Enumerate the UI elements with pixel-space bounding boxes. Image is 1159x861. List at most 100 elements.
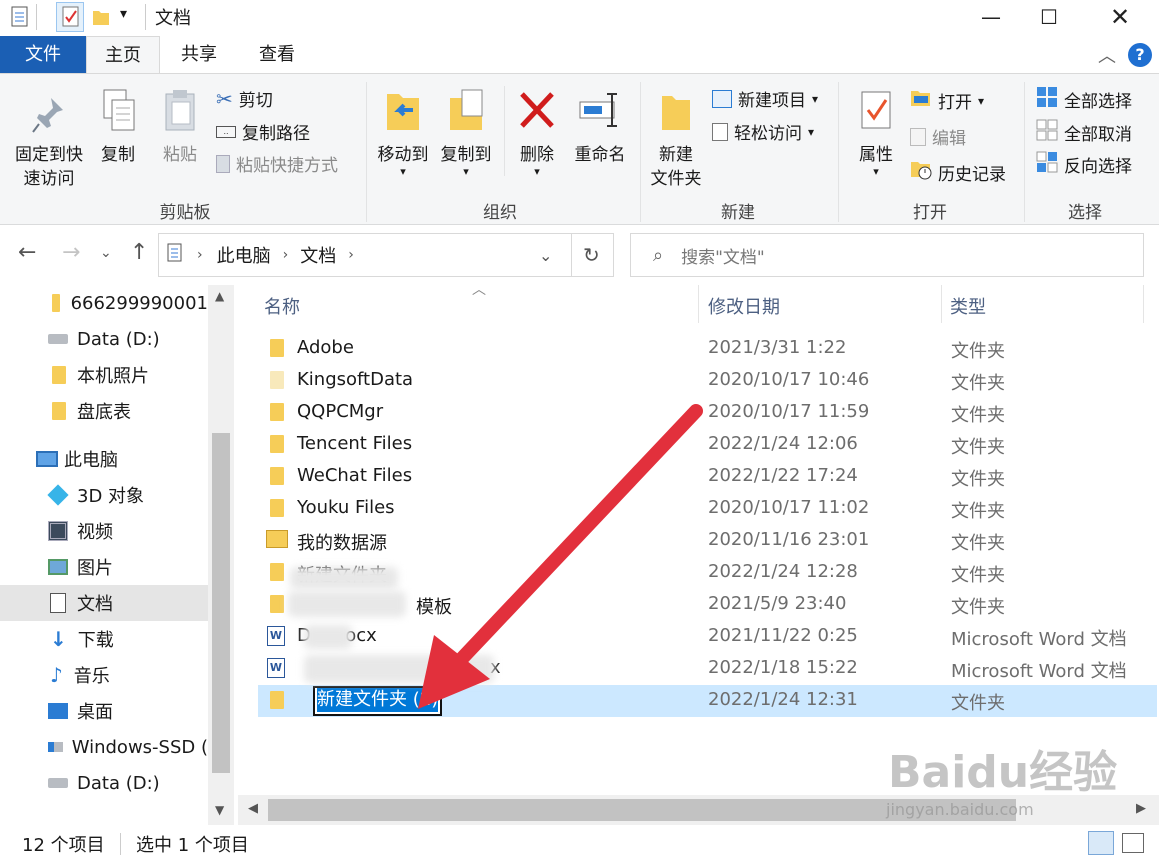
invert-selection-button[interactable]: 反向选择: [1036, 151, 1132, 178]
new-folder-label-2: 文件夹: [650, 169, 702, 189]
tab-file[interactable]: 文件: [0, 36, 86, 74]
documents-icon: [50, 593, 66, 613]
search-icon: ⌕: [653, 244, 664, 266]
help-icon[interactable]: ?: [1128, 43, 1152, 67]
breadcrumb-chevron-icon[interactable]: ›: [197, 247, 203, 263]
copy-to-button[interactable]: 复制到 ▾: [436, 88, 496, 177]
address-dropdown-icon[interactable]: ⌄: [539, 246, 552, 265]
tab-share[interactable]: 共享: [166, 36, 232, 74]
select-all-button[interactable]: 全部选择: [1036, 86, 1132, 113]
nav-item[interactable]: Windows-SSD (: [0, 729, 208, 765]
search-box[interactable]: ⌕ 搜索"文档": [630, 233, 1144, 277]
nav-item[interactable]: 666299990001: [0, 285, 208, 321]
scroll-left-icon[interactable]: ◀: [248, 801, 258, 816]
copy-button[interactable]: 复制: [92, 88, 144, 167]
new-item-button[interactable]: 新建项目 ▾: [712, 86, 818, 111]
scroll-up-icon[interactable]: ▲: [215, 289, 224, 303]
paste-button[interactable]: 粘贴: [154, 88, 206, 167]
nav-item-label: 下载: [77, 630, 114, 651]
invert-selection-label: 反向选择: [1064, 157, 1132, 177]
nav-scroll-thumb[interactable]: [212, 433, 230, 773]
details-view-icon[interactable]: [1088, 831, 1114, 855]
quick-access-dropdown-icon[interactable]: ▾: [120, 6, 127, 22]
select-group-label: 选择: [1068, 203, 1102, 223]
breadcrumb-chevron-icon[interactable]: ›: [348, 247, 354, 263]
paste-shortcut-icon: [216, 154, 230, 173]
easy-access-button[interactable]: 轻松访问 ▾: [712, 119, 814, 144]
select-none-button[interactable]: 全部取消: [1036, 119, 1132, 146]
history-button[interactable]: 历史记录: [910, 160, 1006, 185]
nav-item[interactable]: 本机照片: [0, 357, 208, 393]
select-all-label: 全部选择: [1064, 92, 1132, 112]
tab-home[interactable]: 主页: [86, 36, 160, 75]
open-button[interactable]: 打开 ▾: [910, 88, 984, 113]
nav-item[interactable]: 盘底表: [0, 393, 208, 429]
windows-drive-icon: [48, 742, 63, 752]
copy-icon: [103, 89, 135, 131]
nav-item[interactable]: 图片: [0, 549, 208, 585]
nav-item-this-pc[interactable]: 此电脑: [0, 441, 208, 477]
delete-label: 删除: [520, 145, 554, 165]
large-icons-view-icon[interactable]: [1122, 833, 1144, 853]
breadcrumb-documents[interactable]: 文档: [300, 242, 336, 268]
address-bar[interactable]: › 此电脑 › 文档 › ⌄ ↻: [158, 233, 614, 277]
selected-count: 选中 1 个项目: [136, 835, 249, 856]
pin-quick-access-button[interactable]: 固定到快 速访问: [8, 92, 90, 191]
minimize-button[interactable]: —: [962, 0, 1020, 34]
paste-label: 粘贴: [163, 145, 197, 165]
rename-button[interactable]: 重命名: [568, 88, 632, 167]
nav-scrollbar[interactable]: ▲ ▼: [208, 285, 234, 825]
new-folder-button[interactable]: 新建 文件夹: [646, 88, 706, 191]
rename-icon: [579, 93, 617, 127]
organize-group-label: 组织: [483, 203, 517, 223]
properties-quick-icon[interactable]: [56, 2, 84, 32]
nav-item[interactable]: Data (D:): [0, 765, 208, 801]
nav-item[interactable]: ↓ 下载: [0, 621, 208, 657]
nav-item-documents[interactable]: 文档: [0, 585, 208, 621]
copy-to-icon: [450, 89, 483, 130]
forward-arrow-icon[interactable]: →: [62, 240, 80, 265]
copy-path-button[interactable]: .. 复制路径: [216, 119, 310, 144]
nav-item[interactable]: Data (D:): [0, 321, 208, 357]
breadcrumb-chevron-icon[interactable]: ›: [283, 247, 289, 263]
breadcrumb-this-pc[interactable]: 此电脑: [217, 242, 271, 268]
new-folder-quick-icon[interactable]: [92, 8, 110, 31]
nav-item-label: 3D 对象: [77, 486, 145, 507]
nav-item[interactable]: 桌面: [0, 693, 208, 729]
select-none-label: 全部取消: [1064, 125, 1132, 145]
edit-button[interactable]: 编辑: [910, 124, 966, 149]
recent-locations-chevron-icon[interactable]: ⌄: [100, 245, 112, 261]
paste-shortcut-button[interactable]: 粘贴快捷方式: [216, 151, 338, 176]
nav-item-label: 图片: [77, 558, 113, 579]
nav-item[interactable]: 视频: [0, 513, 208, 549]
tab-view[interactable]: 查看: [244, 36, 310, 74]
nav-item[interactable]: ♪ 音乐: [0, 657, 208, 693]
watermark-brand: Baidu经验: [888, 747, 1118, 798]
close-button[interactable]: ✕: [1091, 0, 1149, 34]
collapse-ribbon-icon[interactable]: ︿: [1098, 42, 1116, 68]
new-folder-label-1: 新建: [659, 145, 693, 165]
cut-button[interactable]: ✂ 剪切: [216, 86, 273, 112]
properties-label: 属性: [859, 145, 893, 165]
up-arrow-icon[interactable]: ↑: [130, 240, 148, 265]
nav-item-label: 666299990001: [70, 292, 208, 314]
nav-item-label: Data (D:): [77, 328, 160, 350]
scroll-right-icon[interactable]: ▶: [1136, 801, 1146, 816]
delete-button[interactable]: 删除 ▾: [510, 88, 564, 177]
easy-access-dropdown-icon: ▾: [808, 124, 815, 139]
search-input[interactable]: 搜索"文档": [681, 243, 765, 268]
nav-item-label: 本机照片: [77, 366, 149, 387]
properties-button[interactable]: 属性 ▾: [848, 88, 904, 177]
move-to-button[interactable]: 移动到 ▾: [372, 88, 434, 177]
paste-icon: [165, 90, 195, 131]
back-arrow-icon[interactable]: ←: [18, 240, 36, 265]
refresh-icon[interactable]: ↻: [583, 243, 600, 267]
new-folder-icon: [662, 96, 690, 130]
cut-label: 剪切: [238, 91, 273, 111]
maximize-button[interactable]: ☐: [1020, 0, 1078, 34]
delete-dropdown-icon: ▾: [534, 165, 540, 178]
edit-icon: [910, 127, 926, 146]
scroll-down-icon[interactable]: ▼: [215, 803, 224, 817]
nav-item[interactable]: 3D 对象: [0, 477, 208, 513]
annotation-arrow-icon: [418, 404, 703, 709]
